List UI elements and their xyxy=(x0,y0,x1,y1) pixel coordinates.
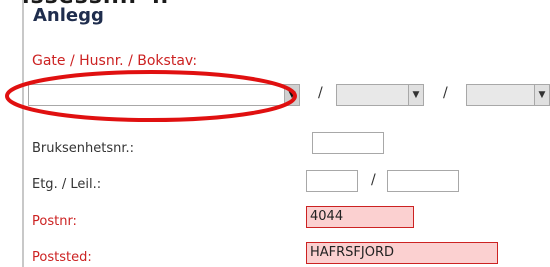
apartment-input[interactable] xyxy=(387,170,459,192)
poststed-label: Poststed: xyxy=(32,250,92,265)
house-number-select[interactable]: ▼ xyxy=(336,84,424,106)
postnr-input[interactable]: 4044 xyxy=(306,206,414,228)
street-select[interactable]: ▼ xyxy=(28,84,300,106)
bruksenhet-input[interactable] xyxy=(312,132,384,154)
separator-slash: / xyxy=(443,85,448,101)
section-title: Anlegg xyxy=(33,5,104,26)
letter-select[interactable]: ▼ xyxy=(466,84,550,106)
anlegg-form-page: ıssessıııı•ıı Anlegg Gate / Husnr. / Bok… xyxy=(0,0,550,267)
etg-leil-label: Etg. / Leil.: xyxy=(32,177,102,192)
postnr-label: Postnr: xyxy=(32,214,77,229)
chevron-down-icon[interactable]: ▼ xyxy=(534,85,549,105)
bruksenhet-label: Bruksenhetsnr.: xyxy=(32,141,135,156)
floor-input[interactable] xyxy=(306,170,358,192)
separator-slash: / xyxy=(318,85,323,101)
poststed-input[interactable]: HAFRSFJORD xyxy=(306,242,498,264)
separator-slash: / xyxy=(371,172,376,188)
left-border xyxy=(22,0,24,267)
chevron-down-icon[interactable]: ▼ xyxy=(408,85,423,105)
chevron-down-icon[interactable]: ▼ xyxy=(284,85,299,105)
street-label: Gate / Husnr. / Bokstav: xyxy=(32,53,198,69)
